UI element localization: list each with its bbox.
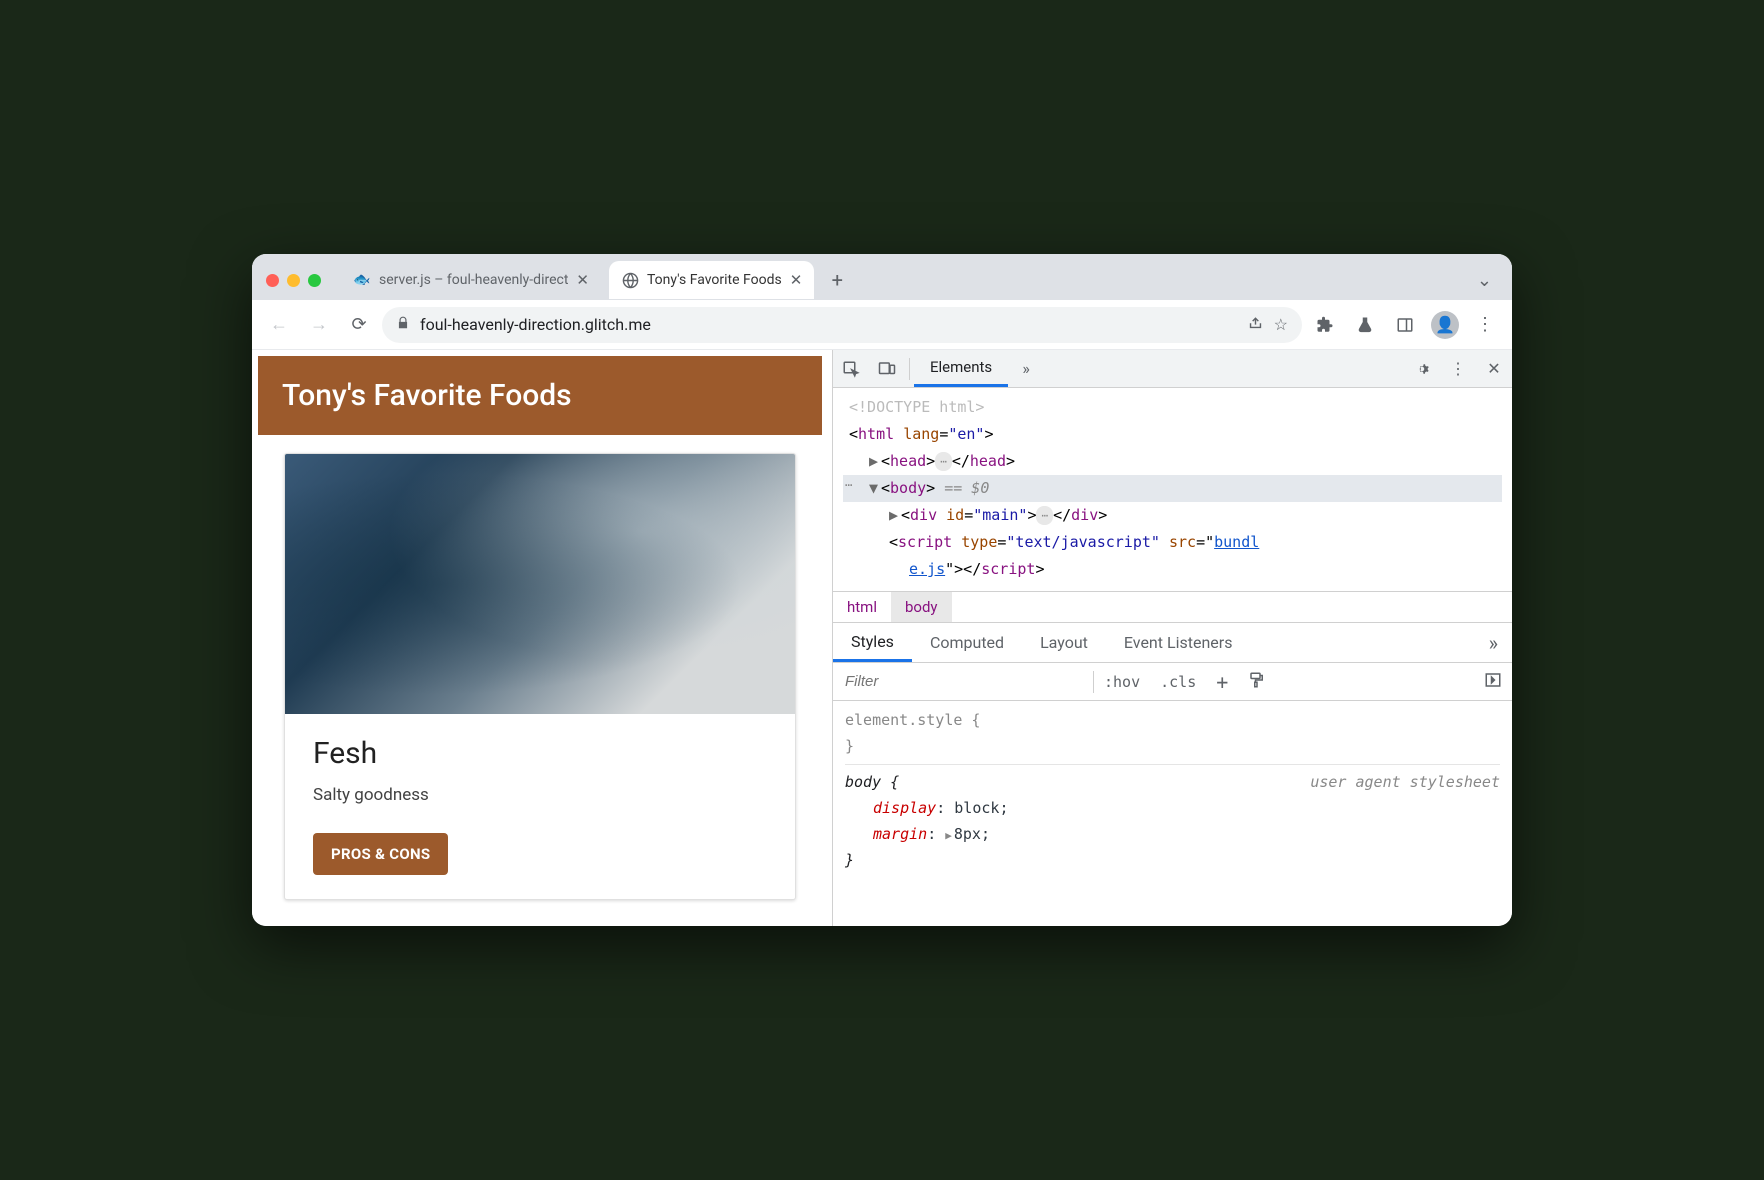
cls-button[interactable]: .cls <box>1150 673 1206 691</box>
styles-body[interactable]: element.style { } user agent stylesheet … <box>833 701 1512 880</box>
paint-icon[interactable] <box>1238 671 1276 693</box>
content-area: Tony's Favorite Foods Fesh Salty goodnes… <box>252 350 1512 926</box>
tab-label: server.js – foul-heavenly-direct <box>379 272 568 288</box>
tab-event-listeners[interactable]: Event Listeners <box>1106 623 1251 662</box>
close-tab-icon[interactable]: ✕ <box>576 271 589 289</box>
profile-button[interactable]: 👤 <box>1428 308 1462 342</box>
tab-active[interactable]: Tony's Favorite Foods ✕ <box>609 261 814 299</box>
tab-label: Tony's Favorite Foods <box>647 272 782 288</box>
tab-inactive[interactable]: 🐟 server.js – foul-heavenly-direct ✕ <box>341 261 601 299</box>
tab-layout[interactable]: Layout <box>1022 623 1106 662</box>
pros-cons-button[interactable]: PROS & CONS <box>313 833 448 875</box>
hov-button[interactable]: :hov <box>1094 673 1150 691</box>
address-bar[interactable]: foul-heavenly-direction.glitch.me ☆ <box>382 307 1302 343</box>
html-node[interactable]: <html lang="en"> <box>843 421 1502 448</box>
styles-filter-bar: :hov .cls + <box>833 663 1512 701</box>
close-devtools-icon[interactable]: ✕ <box>1476 359 1512 378</box>
card-image <box>285 454 795 714</box>
more-tabs-icon[interactable]: » <box>1475 631 1512 655</box>
styles-panel-tabs: Styles Computed Layout Event Listeners » <box>833 623 1512 663</box>
bookmark-icon[interactable]: ☆ <box>1274 315 1288 334</box>
close-tab-icon[interactable]: ✕ <box>790 271 803 289</box>
maximize-window-button[interactable] <box>308 274 321 287</box>
more-tabs-icon[interactable]: » <box>1008 359 1044 378</box>
crumb-html[interactable]: html <box>833 592 891 622</box>
toolbar: ← → ⟳ foul-heavenly-direction.glitch.me … <box>252 300 1512 350</box>
card-description: Salty goodness <box>313 785 767 805</box>
filter-input[interactable] <box>833 673 1093 690</box>
sidepanel-icon[interactable] <box>1388 308 1422 342</box>
page-viewport: Tony's Favorite Foods Fesh Salty goodnes… <box>252 350 832 926</box>
tab-computed[interactable]: Computed <box>912 623 1022 662</box>
script-node-cont[interactable]: e.js"></script> <box>843 556 1502 583</box>
devtools-panel: Elements » ⋮ ✕ <!DOCTYPE html> <html lan… <box>832 350 1512 926</box>
card-title: Fesh <box>313 736 767 771</box>
tab-styles[interactable]: Styles <box>833 623 912 662</box>
globe-icon <box>621 271 639 289</box>
div-main-node[interactable]: ▶<div id="main">⋯</div> <box>843 502 1502 529</box>
kebab-menu-icon[interactable]: ⋮ <box>1440 359 1476 378</box>
page-title: Tony's Favorite Foods <box>258 356 822 435</box>
doctype-node: <!DOCTYPE html> <box>843 394 1502 421</box>
forward-button[interactable]: → <box>302 308 336 342</box>
new-tab-button[interactable]: + <box>822 265 852 295</box>
lock-icon <box>396 316 410 334</box>
share-icon[interactable] <box>1247 314 1264 335</box>
tab-elements[interactable]: Elements <box>914 350 1008 387</box>
menu-button[interactable]: ⋮ <box>1468 308 1502 342</box>
favicon-icon: 🐟 <box>353 271 371 289</box>
extensions-icon[interactable] <box>1308 308 1342 342</box>
device-toolbar-icon[interactable] <box>869 360 905 378</box>
element-style-rule: element.style { <box>845 707 1500 733</box>
url-text: foul-heavenly-direction.glitch.me <box>420 315 1237 334</box>
food-card: Fesh Salty goodness PROS & CONS <box>284 453 796 900</box>
gear-icon[interactable] <box>1404 360 1440 378</box>
labs-icon[interactable] <box>1348 308 1382 342</box>
close-window-button[interactable] <box>266 274 279 287</box>
back-button[interactable]: ← <box>262 308 296 342</box>
browser-window: 🐟 server.js – foul-heavenly-direct ✕ Ton… <box>252 254 1512 926</box>
tab-overflow-button[interactable]: ⌄ <box>1465 270 1504 291</box>
minimize-window-button[interactable] <box>287 274 300 287</box>
body-node-selected[interactable]: ⋯▼<body> == $0 <box>843 475 1502 502</box>
script-node[interactable]: <script type="text/javascript" src="bund… <box>843 529 1502 556</box>
devtools-tabbar: Elements » ⋮ ✕ <box>833 350 1512 388</box>
head-node[interactable]: ▶<head>⋯</head> <box>843 448 1502 475</box>
crumb-body[interactable]: body <box>891 592 952 622</box>
dom-tree[interactable]: <!DOCTYPE html> <html lang="en"> ▶<head>… <box>833 388 1512 591</box>
new-rule-button[interactable]: + <box>1206 670 1238 694</box>
computed-sidebar-icon[interactable] <box>1474 671 1512 693</box>
tab-strip: 🐟 server.js – foul-heavenly-direct ✕ Ton… <box>252 254 1512 300</box>
rule-source: user agent stylesheet <box>1310 769 1500 795</box>
window-controls <box>266 274 321 287</box>
breadcrumb: html body <box>833 591 1512 623</box>
reload-button[interactable]: ⟳ <box>342 308 376 342</box>
inspect-element-icon[interactable] <box>833 360 869 378</box>
